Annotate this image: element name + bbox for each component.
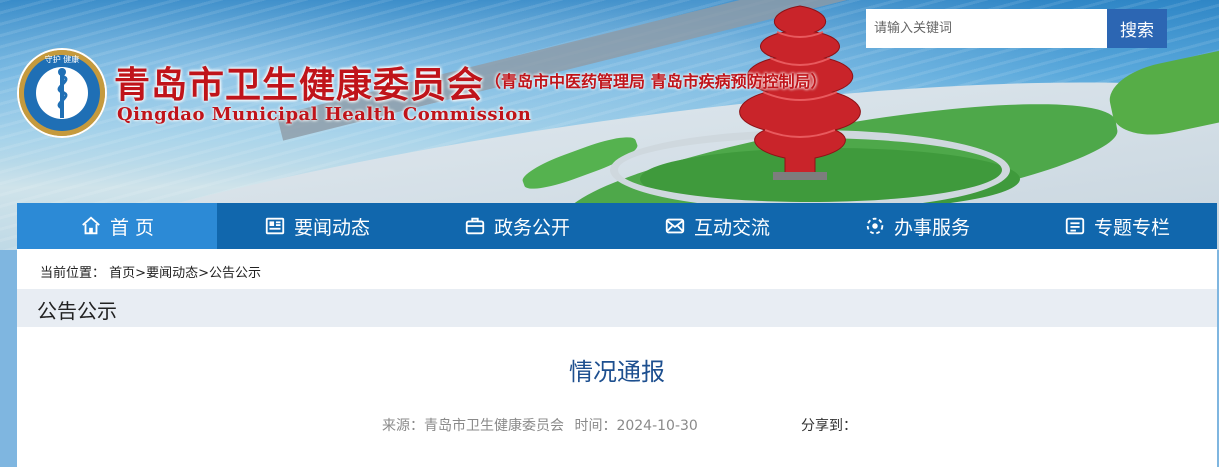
share-label: 分享到： — [801, 418, 857, 434]
nav-item-gov-affairs[interactable]: 政务公开 — [417, 203, 617, 249]
section-header: 公告公示 — [17, 289, 1217, 327]
breadcrumb-prefix: 当前位置： — [40, 266, 106, 281]
nav-item-label: 互动交流 — [693, 216, 770, 239]
breadcrumb-link-news[interactable]: 要闻动态 — [146, 266, 198, 281]
nav-item-label: 政务公开 — [493, 216, 570, 239]
article-title: 情况通报 — [569, 358, 665, 386]
site-title-en: Qingdao Municipal Health Commission — [117, 104, 532, 125]
breadcrumb-separator: > — [135, 266, 147, 281]
news-icon — [265, 217, 285, 235]
briefcase-icon — [465, 217, 485, 235]
service-icon — [866, 217, 884, 235]
section-title: 公告公示 — [37, 299, 117, 323]
article-meta: 来源：青岛市卫生健康委员会 时间：2024-10-30 — [382, 415, 704, 435]
may-wind-sculpture — [739, 5, 861, 180]
breadcrumb-separator: > — [198, 266, 209, 281]
nav-item-label: 专题专栏 — [1093, 216, 1170, 239]
main-content: 当前位置： 首页>要闻动态>公告公示 公告公示 情况通报 来源：青岛市卫生健康委… — [17, 249, 1217, 467]
nav-item-label: 要闻动态 — [293, 216, 370, 239]
site-subtitle: （青岛市中医药管理局 青岛市疾病预防控制局） — [485, 72, 827, 91]
article-source: 来源：青岛市卫生健康委员会 — [382, 418, 564, 434]
nav-item-label: 首 页 — [109, 216, 155, 239]
breadcrumb: 当前位置： 首页>要闻动态>公告公示 — [40, 262, 261, 281]
nav-item-interaction[interactable]: 互动交流 — [617, 203, 817, 249]
article-time: 时间：2024-10-30 — [574, 418, 698, 434]
nav-item-topics[interactable]: 专题专栏 — [1017, 203, 1217, 249]
nav-item-services[interactable]: 办事服务 — [817, 203, 1017, 249]
nav-item-news[interactable]: 要闻动态 — [217, 203, 417, 249]
search-button[interactable]: 搜索 — [1107, 9, 1167, 48]
logo-text: 守护 健康 — [45, 54, 80, 64]
nav-item-label: 办事服务 — [893, 216, 970, 239]
nav-item-home[interactable]: 首 页 — [17, 203, 217, 249]
breadcrumb-link-notices[interactable]: 公告公示 — [209, 266, 261, 281]
caduceus-emblem-icon: 守护 健康 — [19, 50, 105, 136]
site-title-cn: 青岛市卫生健康委员会 — [114, 64, 485, 106]
commission-logo[interactable]: 守护 健康 — [17, 48, 107, 138]
search-box: 搜索 — [866, 9, 1167, 48]
exchange-icon — [665, 218, 685, 234]
column-icon — [1065, 217, 1085, 235]
search-input[interactable] — [866, 9, 1107, 48]
main-nav: 首 页 要闻动态 政务公开 互动交流 办事服务 专题专栏 — [17, 203, 1217, 249]
breadcrumb-link-home[interactable]: 首页 — [109, 266, 135, 281]
home-icon — [82, 216, 100, 235]
